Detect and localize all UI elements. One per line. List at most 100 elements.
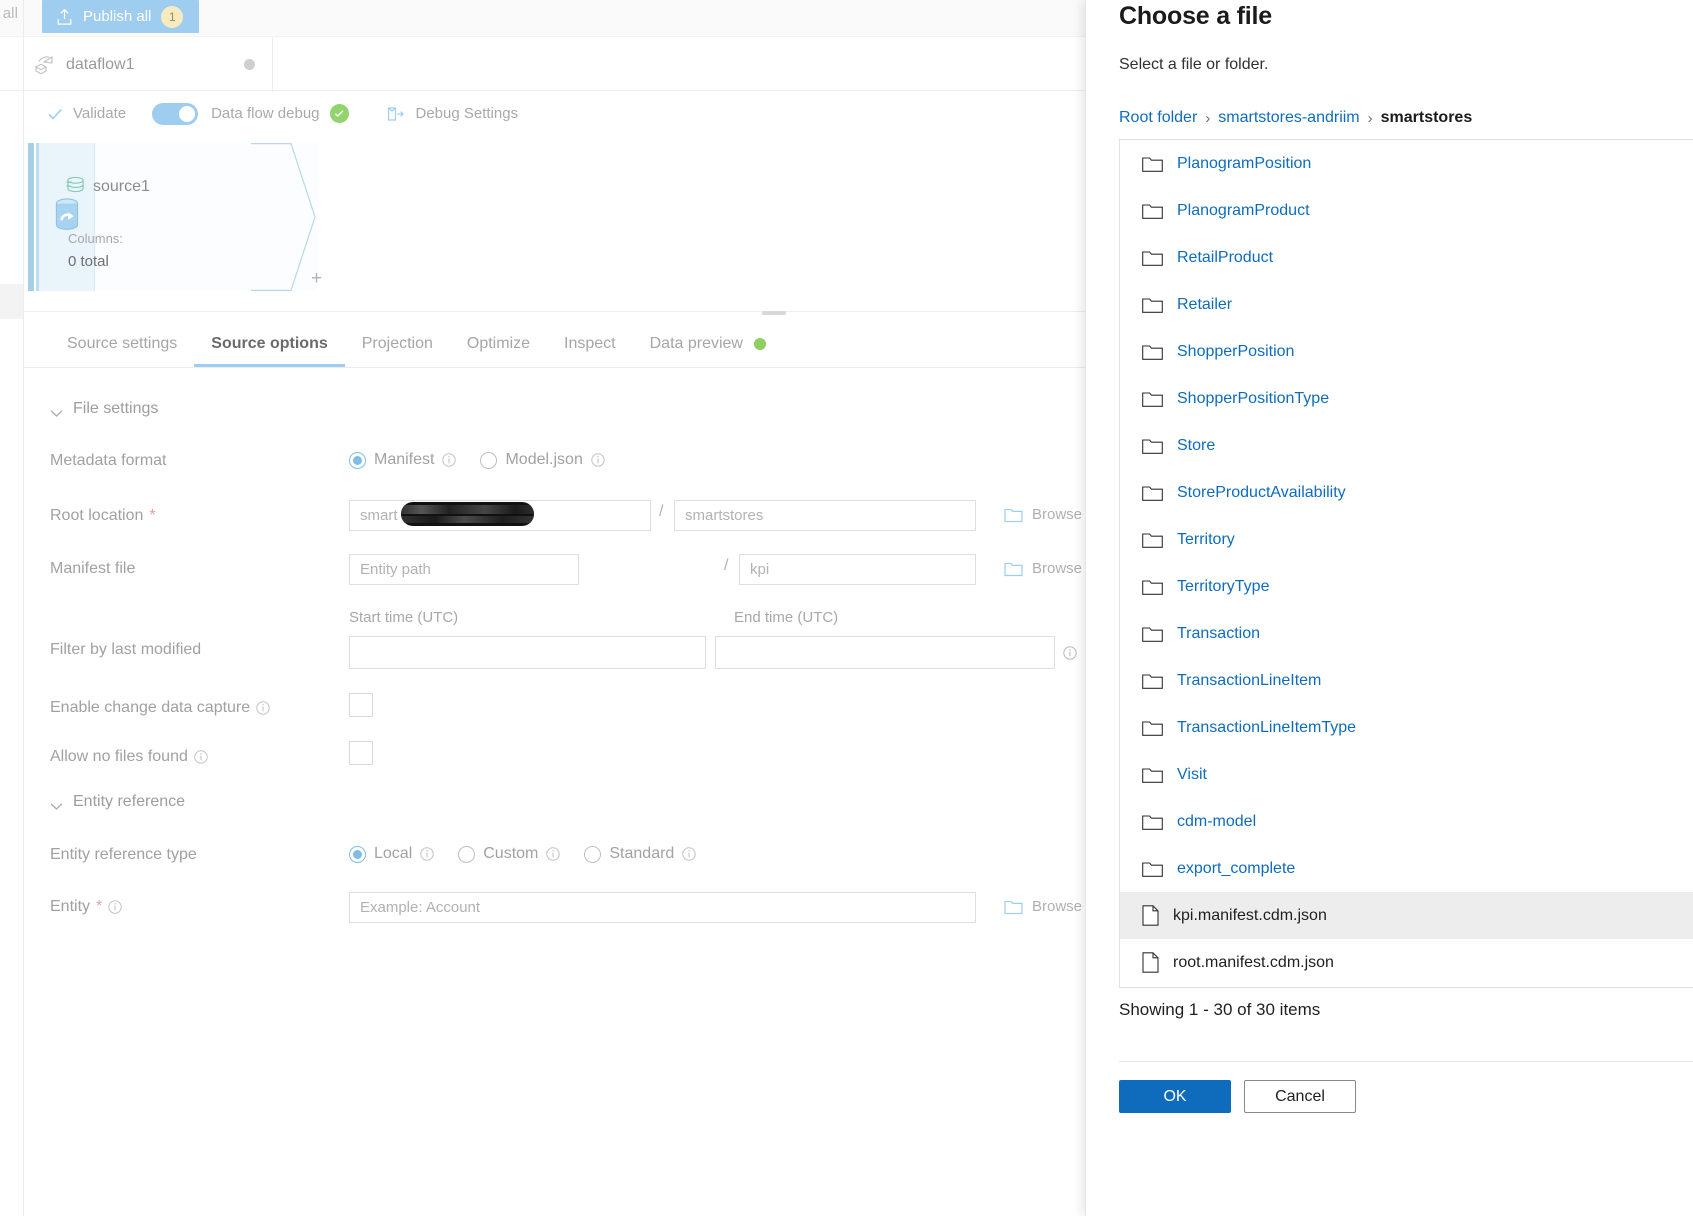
source-node[interactable]: source1 Columns: 0 total + xyxy=(28,143,322,291)
item-name: Visit xyxy=(1177,765,1207,783)
info-icon[interactable] xyxy=(420,847,434,861)
radio-option-local[interactable]: Local xyxy=(349,845,434,863)
ok-button[interactable]: OK xyxy=(1119,1080,1231,1113)
tab-inspect[interactable]: Inspect xyxy=(547,320,633,367)
item-name: ShopperPositionType xyxy=(1177,389,1330,407)
root-location-browse-button[interactable]: Browse xyxy=(1004,506,1082,523)
info-icon[interactable] xyxy=(442,453,457,467)
root-location-label: Root location * xyxy=(50,507,156,525)
radio-option-standard[interactable]: Standard xyxy=(584,845,697,863)
dialog-subtitle: Select a file or folder. xyxy=(1119,56,1269,73)
publish-all-button[interactable]: Publish all 1 xyxy=(42,0,200,33)
input-value: kpi xyxy=(750,561,770,578)
entity-reference-section-toggle[interactable]: Entity reference xyxy=(50,793,185,811)
list-item[interactable]: Visit xyxy=(1120,751,1693,798)
validate-button[interactable]: Validate xyxy=(73,105,126,122)
browse-label: Browse xyxy=(1032,898,1083,915)
folder-icon xyxy=(1004,898,1023,915)
info-icon[interactable] xyxy=(546,847,561,861)
list-item[interactable]: PlanogramProduct xyxy=(1120,187,1693,234)
publish-upload-icon xyxy=(56,8,73,26)
list-item[interactable]: cdm-model xyxy=(1120,798,1693,845)
filter-by-last-modified-label: Filter by last modified xyxy=(50,641,201,659)
breadcrumb-item-smartstores-andriim[interactable]: smartstores-andriim xyxy=(1218,109,1359,127)
dataflow-canvas[interactable]: source1 Columns: 0 total + xyxy=(0,136,1085,315)
panel-drag-handle[interactable] xyxy=(762,311,786,315)
list-item[interactable]: root.manifest.cdm.json xyxy=(1120,939,1693,986)
allow-no-files-found-label: Allow no files found xyxy=(50,748,208,766)
radio-label: Local xyxy=(374,845,413,862)
allow-no-files-found-checkbox[interactable] xyxy=(349,741,373,765)
entity-reference-section-label: Entity reference xyxy=(73,793,186,810)
node-title-row: source1 xyxy=(66,175,150,199)
dataflow-tab[interactable]: dataflow1 xyxy=(24,37,273,92)
list-item[interactable]: StoreProductAvailability xyxy=(1120,469,1693,516)
tab-label: Source settings xyxy=(67,334,178,352)
list-item[interactable]: RetailProduct xyxy=(1120,234,1693,281)
info-icon[interactable] xyxy=(591,453,605,467)
list-item[interactable]: Retailer xyxy=(1120,281,1693,328)
entity-input[interactable]: Example: Account xyxy=(349,892,976,923)
data-flow-debug-toggle[interactable] xyxy=(152,102,199,125)
file-settings-section-toggle[interactable]: File settings xyxy=(50,400,158,418)
tab-optimize[interactable]: Optimize xyxy=(450,320,547,367)
enable-change-data-capture-checkbox[interactable] xyxy=(349,693,373,717)
list-item[interactable]: TerritoryType xyxy=(1120,563,1693,610)
metadata-format-label: Metadata format xyxy=(50,452,167,470)
tab-source-options[interactable]: Source options xyxy=(194,320,346,367)
root-location-folder-input[interactable]: smartstores xyxy=(674,500,976,531)
radio-indicator xyxy=(458,845,476,863)
end-time-input[interactable] xyxy=(715,636,1055,669)
list-item[interactable]: Territory xyxy=(1120,516,1693,563)
list-item[interactable]: ShopperPosition xyxy=(1120,328,1693,375)
radio-option-manifest[interactable]: Manifest xyxy=(349,451,457,469)
tab-projection[interactable]: Projection xyxy=(345,320,450,367)
list-item[interactable]: Store xyxy=(1120,422,1693,469)
debug-settings-button[interactable]: Debug Settings xyxy=(416,105,519,122)
folder-icon xyxy=(1142,578,1163,595)
start-time-input[interactable] xyxy=(349,636,706,669)
item-name: StoreProductAvailability xyxy=(1177,483,1346,501)
item-name: PlanogramProduct xyxy=(1177,201,1310,219)
list-item[interactable]: PlanogramPosition xyxy=(1120,140,1693,187)
label-text: Entity xyxy=(50,898,91,915)
breadcrumb-item-smartstores[interactable]: smartstores xyxy=(1381,109,1473,127)
browse-label: Browse xyxy=(1032,560,1083,577)
dataflow-editor: e all Publish all 1 xyxy=(0,0,1085,1216)
list-item[interactable]: TransactionLineItem xyxy=(1120,657,1693,704)
list-item[interactable]: ShopperPositionType xyxy=(1120,375,1693,422)
info-icon[interactable] xyxy=(682,847,697,861)
list-item[interactable]: TransactionLineItemType xyxy=(1120,704,1693,751)
label-text: Metadata format xyxy=(50,452,167,469)
cancel-button[interactable]: Cancel xyxy=(1244,1080,1356,1113)
radio-option-model-json[interactable]: Model.json xyxy=(480,451,605,469)
folder-icon xyxy=(1142,531,1163,548)
add-transform-button[interactable]: + xyxy=(311,268,322,290)
folder-icon xyxy=(1142,437,1163,454)
info-icon[interactable] xyxy=(194,750,208,764)
label-text: Entity reference type xyxy=(50,846,197,863)
radio-option-custom[interactable]: Custom xyxy=(458,845,561,863)
entity-browse-button[interactable]: Browse xyxy=(1004,898,1082,915)
save-all-label-fragment[interactable]: e all xyxy=(0,5,18,22)
data-preview-status-dot xyxy=(753,337,766,350)
tab-source-settings[interactable]: Source settings xyxy=(50,320,194,367)
radio-indicator xyxy=(349,845,366,863)
info-icon[interactable] xyxy=(108,900,122,914)
input-placeholder: Example: Account xyxy=(360,899,481,916)
list-item[interactable]: export_complete xyxy=(1120,845,1693,892)
folder-icon xyxy=(1142,719,1163,736)
folder-icon xyxy=(1142,343,1163,360)
required-asterisk: * xyxy=(149,507,156,524)
info-icon[interactable] xyxy=(256,701,270,715)
filter-info-icon[interactable] xyxy=(1063,646,1077,665)
manifest-file-name-input[interactable]: kpi xyxy=(739,554,976,585)
list-item[interactable]: Transaction xyxy=(1120,610,1693,657)
manifest-entity-path-input[interactable]: Entity path xyxy=(349,554,579,585)
showing-count-text: Showing 1 - 30 of 30 items xyxy=(1119,1000,1321,1019)
breadcrumb-item-root-folder[interactable]: Root folder xyxy=(1119,109,1197,127)
manifest-file-browse-button[interactable]: Browse xyxy=(1004,560,1082,577)
tab-data-preview[interactable]: Data preview xyxy=(633,320,783,367)
list-item-selected[interactable]: kpi.manifest.cdm.json xyxy=(1120,892,1693,939)
file-browser-list[interactable]: PlanogramPosition PlanogramProduct Retai… xyxy=(1119,139,1693,988)
